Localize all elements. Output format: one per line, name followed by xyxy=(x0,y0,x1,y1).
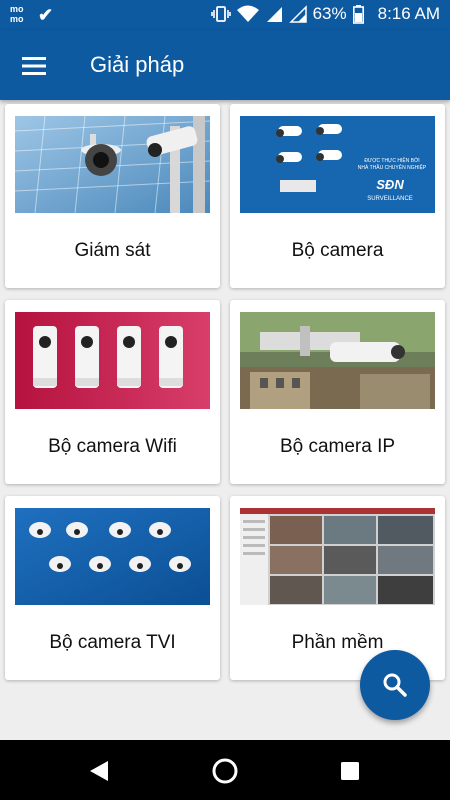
solution-card-bo-camera-ip[interactable]: Bộ camera IP xyxy=(230,300,445,484)
menu-button[interactable] xyxy=(14,46,54,86)
camera-kit-tagline-2: NHÀ THẦU CHUYÊN NGHIỆP xyxy=(358,163,427,171)
solution-label: Bộ camera IP xyxy=(279,436,396,457)
recents-button[interactable] xyxy=(333,754,367,788)
search-button[interactable] xyxy=(360,650,430,720)
solution-card-bo-camera[interactable]: ĐƯỢC THỰC HIỆN BỞI NHÀ THẦU CHUYÊN NGHIỆ… xyxy=(230,104,445,288)
wifi-icon xyxy=(236,5,259,22)
signal-icon xyxy=(266,7,282,22)
solution-label: Giám sát xyxy=(74,240,151,261)
hamburger-menu-icon xyxy=(22,57,46,75)
momo-notification-icon: mo mo xyxy=(10,4,24,24)
dome-cameras-image xyxy=(15,508,210,605)
app-bar: Giải pháp xyxy=(0,30,450,100)
system-nav-bar xyxy=(0,740,450,800)
signal-icon-2 xyxy=(288,5,307,23)
wifi-cameras-image xyxy=(15,312,210,409)
back-button[interactable] xyxy=(82,754,116,788)
ip-camera-outdoor-image xyxy=(240,312,435,409)
ptz-camera-skyscraper-image xyxy=(15,116,210,213)
home-button[interactable] xyxy=(208,754,242,788)
back-triangle-icon xyxy=(90,761,108,781)
solution-label: Bộ camera xyxy=(291,240,384,261)
vibrate-icon xyxy=(210,6,231,22)
check-notification-icon: ✔ xyxy=(38,4,54,25)
solution-card-giam-sat[interactable]: Giám sát xyxy=(5,104,220,288)
search-icon xyxy=(383,673,407,697)
software-monitor-image xyxy=(240,508,435,605)
status-bar: mo mo ✔ 63% 8:16 AM xyxy=(0,0,450,30)
battery-percent: 63% xyxy=(312,4,347,23)
camera-kit-image: ĐƯỢC THỰC HIỆN BỞI NHÀ THẦU CHUYÊN NGHIỆ… xyxy=(240,116,435,213)
camera-kit-brand: SĐN xyxy=(376,177,404,192)
solution-label: Bộ camera TVI xyxy=(49,632,176,653)
home-circle-icon xyxy=(212,758,238,784)
solution-card-phan-mem[interactable]: Phần mềm xyxy=(230,496,445,680)
camera-kit-surveillance: SURVEILLANCE xyxy=(367,196,413,202)
solution-label: Bộ camera Wifi xyxy=(48,436,177,457)
solution-card-bo-camera-tvi[interactable]: Bộ camera TVI xyxy=(5,496,220,680)
clock: 8:16 AM xyxy=(377,4,440,23)
solution-label: Phần mềm xyxy=(291,632,384,653)
recents-square-icon xyxy=(341,762,359,780)
battery-icon xyxy=(352,4,364,24)
camera-kit-tagline-1: ĐƯỢC THỰC HIỆN BỞI xyxy=(364,156,419,164)
solution-card-bo-camera-wifi[interactable]: Bộ camera Wifi xyxy=(5,300,220,484)
page-title: Giải pháp xyxy=(90,52,185,77)
solutions-grid: Giám sát ĐƯỢC THỰC HIỆN BỞI NHÀ THẦU CHU… xyxy=(0,104,450,684)
